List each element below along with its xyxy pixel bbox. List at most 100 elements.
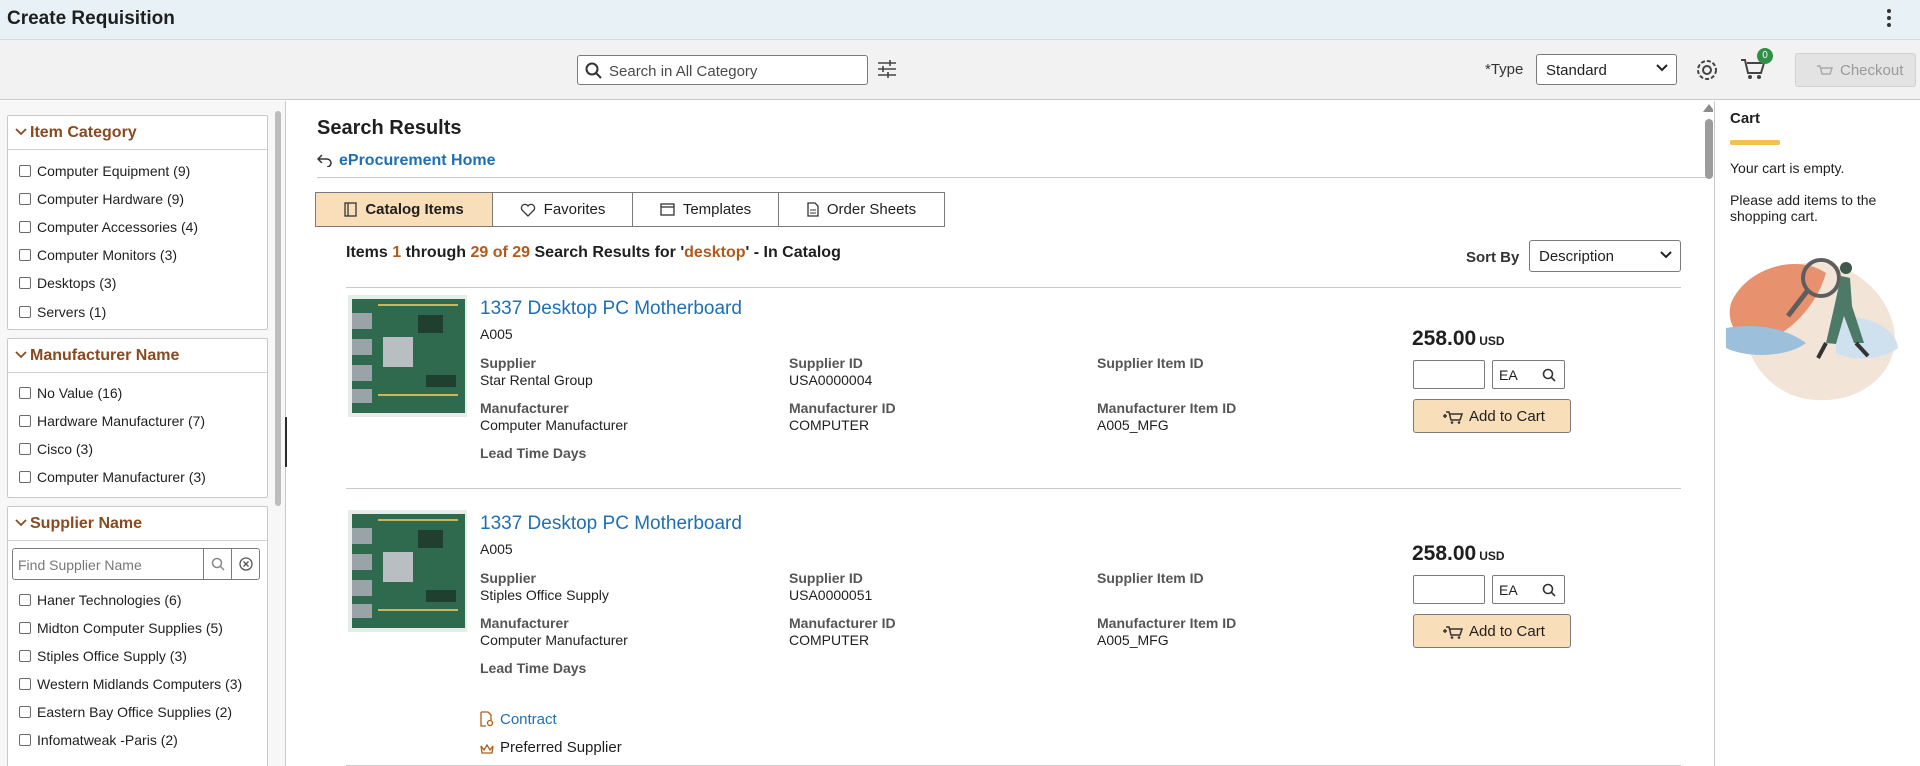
- sort-by-value: Description: [1539, 248, 1615, 265]
- supplier-value: Stiples Office Supply: [480, 587, 609, 603]
- filter-settings-icon[interactable]: [877, 60, 897, 78]
- tab-order-sheets[interactable]: Order Sheets: [778, 192, 945, 227]
- checkout-button[interactable]: Checkout: [1795, 53, 1916, 87]
- title-bar: Create Requisition: [0, 0, 1920, 40]
- product-image[interactable]: [348, 510, 467, 632]
- facet-option[interactable]: Computer Accessories (4): [19, 219, 198, 235]
- chevron-down-icon: [15, 128, 27, 136]
- facet-option[interactable]: Computer Manufacturer (3): [19, 469, 206, 485]
- facet-option[interactable]: Computer Hardware (9): [19, 191, 184, 207]
- more-options-icon[interactable]: [1886, 9, 1892, 27]
- results-summary: Items 1 through 29 of 29 Search Results …: [346, 244, 841, 261]
- tab-templates[interactable]: Templates: [632, 192, 779, 227]
- cart-count-badge: 0: [1757, 48, 1773, 64]
- product-image[interactable]: [348, 295, 467, 417]
- manufacturer-item-id-label: Manufacturer Item ID: [1097, 400, 1237, 416]
- preferred-supplier: Preferred Supplier: [480, 739, 622, 756]
- product-name-link[interactable]: 1337 Desktop PC Motherboard: [480, 513, 742, 535]
- gear-icon[interactable]: [1695, 58, 1719, 82]
- facet-option[interactable]: No Value (16): [19, 385, 122, 401]
- eprocurement-home-link[interactable]: eProcurement Home: [316, 152, 496, 170]
- scroll-up-arrow[interactable]: [1703, 104, 1713, 112]
- checkbox[interactable]: [19, 306, 31, 318]
- facet-option[interactable]: Computer Equipment (9): [19, 163, 190, 179]
- manufacturer-item-id-label: Manufacturer Item ID: [1097, 615, 1237, 631]
- facet-option[interactable]: Stiples Office Supply (3): [19, 648, 187, 664]
- supplier-label: Supplier: [480, 570, 537, 586]
- checkbox[interactable]: [19, 165, 31, 177]
- quantity-input[interactable]: [1413, 575, 1485, 604]
- add-to-cart-icon: [1443, 626, 1463, 639]
- page-title: Create Requisition: [7, 8, 175, 29]
- facet-option[interactable]: Western Midlands Computers (3): [19, 676, 242, 692]
- checkbox[interactable]: [19, 277, 31, 289]
- facet-option[interactable]: Infomatweak -Paris (2): [19, 732, 178, 748]
- tab-catalog-items[interactable]: Catalog Items: [315, 192, 493, 227]
- checkbox[interactable]: [19, 678, 31, 690]
- product-name-link[interactable]: 1337 Desktop PC Motherboard: [480, 298, 742, 320]
- checkbox[interactable]: [19, 650, 31, 662]
- add-to-cart-button[interactable]: Add to Cart: [1413, 614, 1571, 648]
- checkbox[interactable]: [19, 471, 31, 483]
- facet-title: Manufacturer Name: [30, 347, 180, 364]
- empty-cart-illustration: [1726, 258, 1898, 401]
- result-item: 1337 Desktop PC Motherboard A005 Supplie…: [346, 295, 1681, 490]
- manufacturer-value: Computer Manufacturer: [480, 632, 628, 648]
- checkbox[interactable]: [19, 249, 31, 261]
- facet-option[interactable]: Midton Computer Supplies (5): [19, 620, 223, 636]
- checkbox[interactable]: [19, 221, 31, 233]
- type-select-value: Standard: [1546, 62, 1607, 79]
- facet-option[interactable]: Desktops (3): [19, 275, 116, 291]
- facet-option[interactable]: Hardware Manufacturer (7): [19, 413, 205, 429]
- price: 258.00 USD: [1412, 327, 1505, 350]
- chevron-down-icon: [15, 351, 27, 359]
- facet-header[interactable]: Manufacturer Name: [8, 339, 267, 373]
- quantity-input[interactable]: [1413, 360, 1485, 389]
- facet-option[interactable]: Cisco (3): [19, 441, 93, 457]
- facet-option[interactable]: Haner Technologies (6): [19, 592, 182, 608]
- filter-panel-scrollbar[interactable]: [275, 111, 281, 506]
- search-icon: [211, 557, 225, 571]
- supplier-search-input[interactable]: Find Supplier Name: [12, 548, 204, 580]
- checkbox[interactable]: [19, 594, 31, 606]
- facet-option[interactable]: Computer Monitors (3): [19, 247, 177, 263]
- catalog-search-input[interactable]: Search in All Category: [577, 55, 868, 85]
- checkbox[interactable]: [19, 415, 31, 427]
- checkbox[interactable]: [19, 706, 31, 718]
- supplier-id-value: USA0000051: [789, 587, 873, 603]
- search-icon[interactable]: [1542, 583, 1556, 597]
- supplier-clear-button[interactable]: [231, 548, 260, 580]
- contract-link[interactable]: Contract: [480, 711, 557, 728]
- lead-time-label: Lead Time Days: [480, 660, 587, 676]
- search-icon: [585, 62, 602, 79]
- facet-option[interactable]: Servers (1): [19, 304, 106, 320]
- facet-header[interactable]: Supplier Name: [8, 507, 267, 541]
- checkbox[interactable]: [19, 387, 31, 399]
- manufacturer-id-value: COMPUTER: [789, 417, 870, 433]
- tab-favorites[interactable]: Favorites: [492, 192, 633, 227]
- type-select[interactable]: Standard: [1536, 54, 1677, 85]
- search-results-title: Search Results: [317, 117, 462, 139]
- manufacturer-id-label: Manufacturer ID: [789, 400, 896, 416]
- supplier-search-button[interactable]: [203, 548, 232, 580]
- cart-empty-message: Your cart is empty.: [1730, 160, 1845, 176]
- checkbox[interactable]: [19, 622, 31, 634]
- checkbox[interactable]: [19, 734, 31, 746]
- unit-of-measure-input[interactable]: EA: [1492, 360, 1565, 389]
- supplier-id-label: Supplier ID: [789, 355, 863, 371]
- checkbox[interactable]: [19, 443, 31, 455]
- unit-of-measure-input[interactable]: EA: [1492, 575, 1565, 604]
- clear-icon: [239, 557, 253, 571]
- search-icon[interactable]: [1542, 368, 1556, 382]
- add-to-cart-button[interactable]: Add to Cart: [1413, 399, 1571, 433]
- document-icon: [807, 202, 819, 217]
- results-scrollbar[interactable]: [1705, 119, 1713, 179]
- supplier-value: Star Rental Group: [480, 372, 593, 388]
- manufacturer-item-id-value: A005_MFG: [1097, 417, 1169, 433]
- sort-by-select[interactable]: Description: [1529, 240, 1681, 272]
- facet-header[interactable]: Item Category: [8, 116, 267, 150]
- result-item: 1337 Desktop PC Motherboard A005 Supplie…: [346, 510, 1681, 766]
- facet-option[interactable]: Eastern Bay Office Supplies (2): [19, 704, 232, 720]
- chevron-down-icon: [1660, 251, 1672, 259]
- checkbox[interactable]: [19, 193, 31, 205]
